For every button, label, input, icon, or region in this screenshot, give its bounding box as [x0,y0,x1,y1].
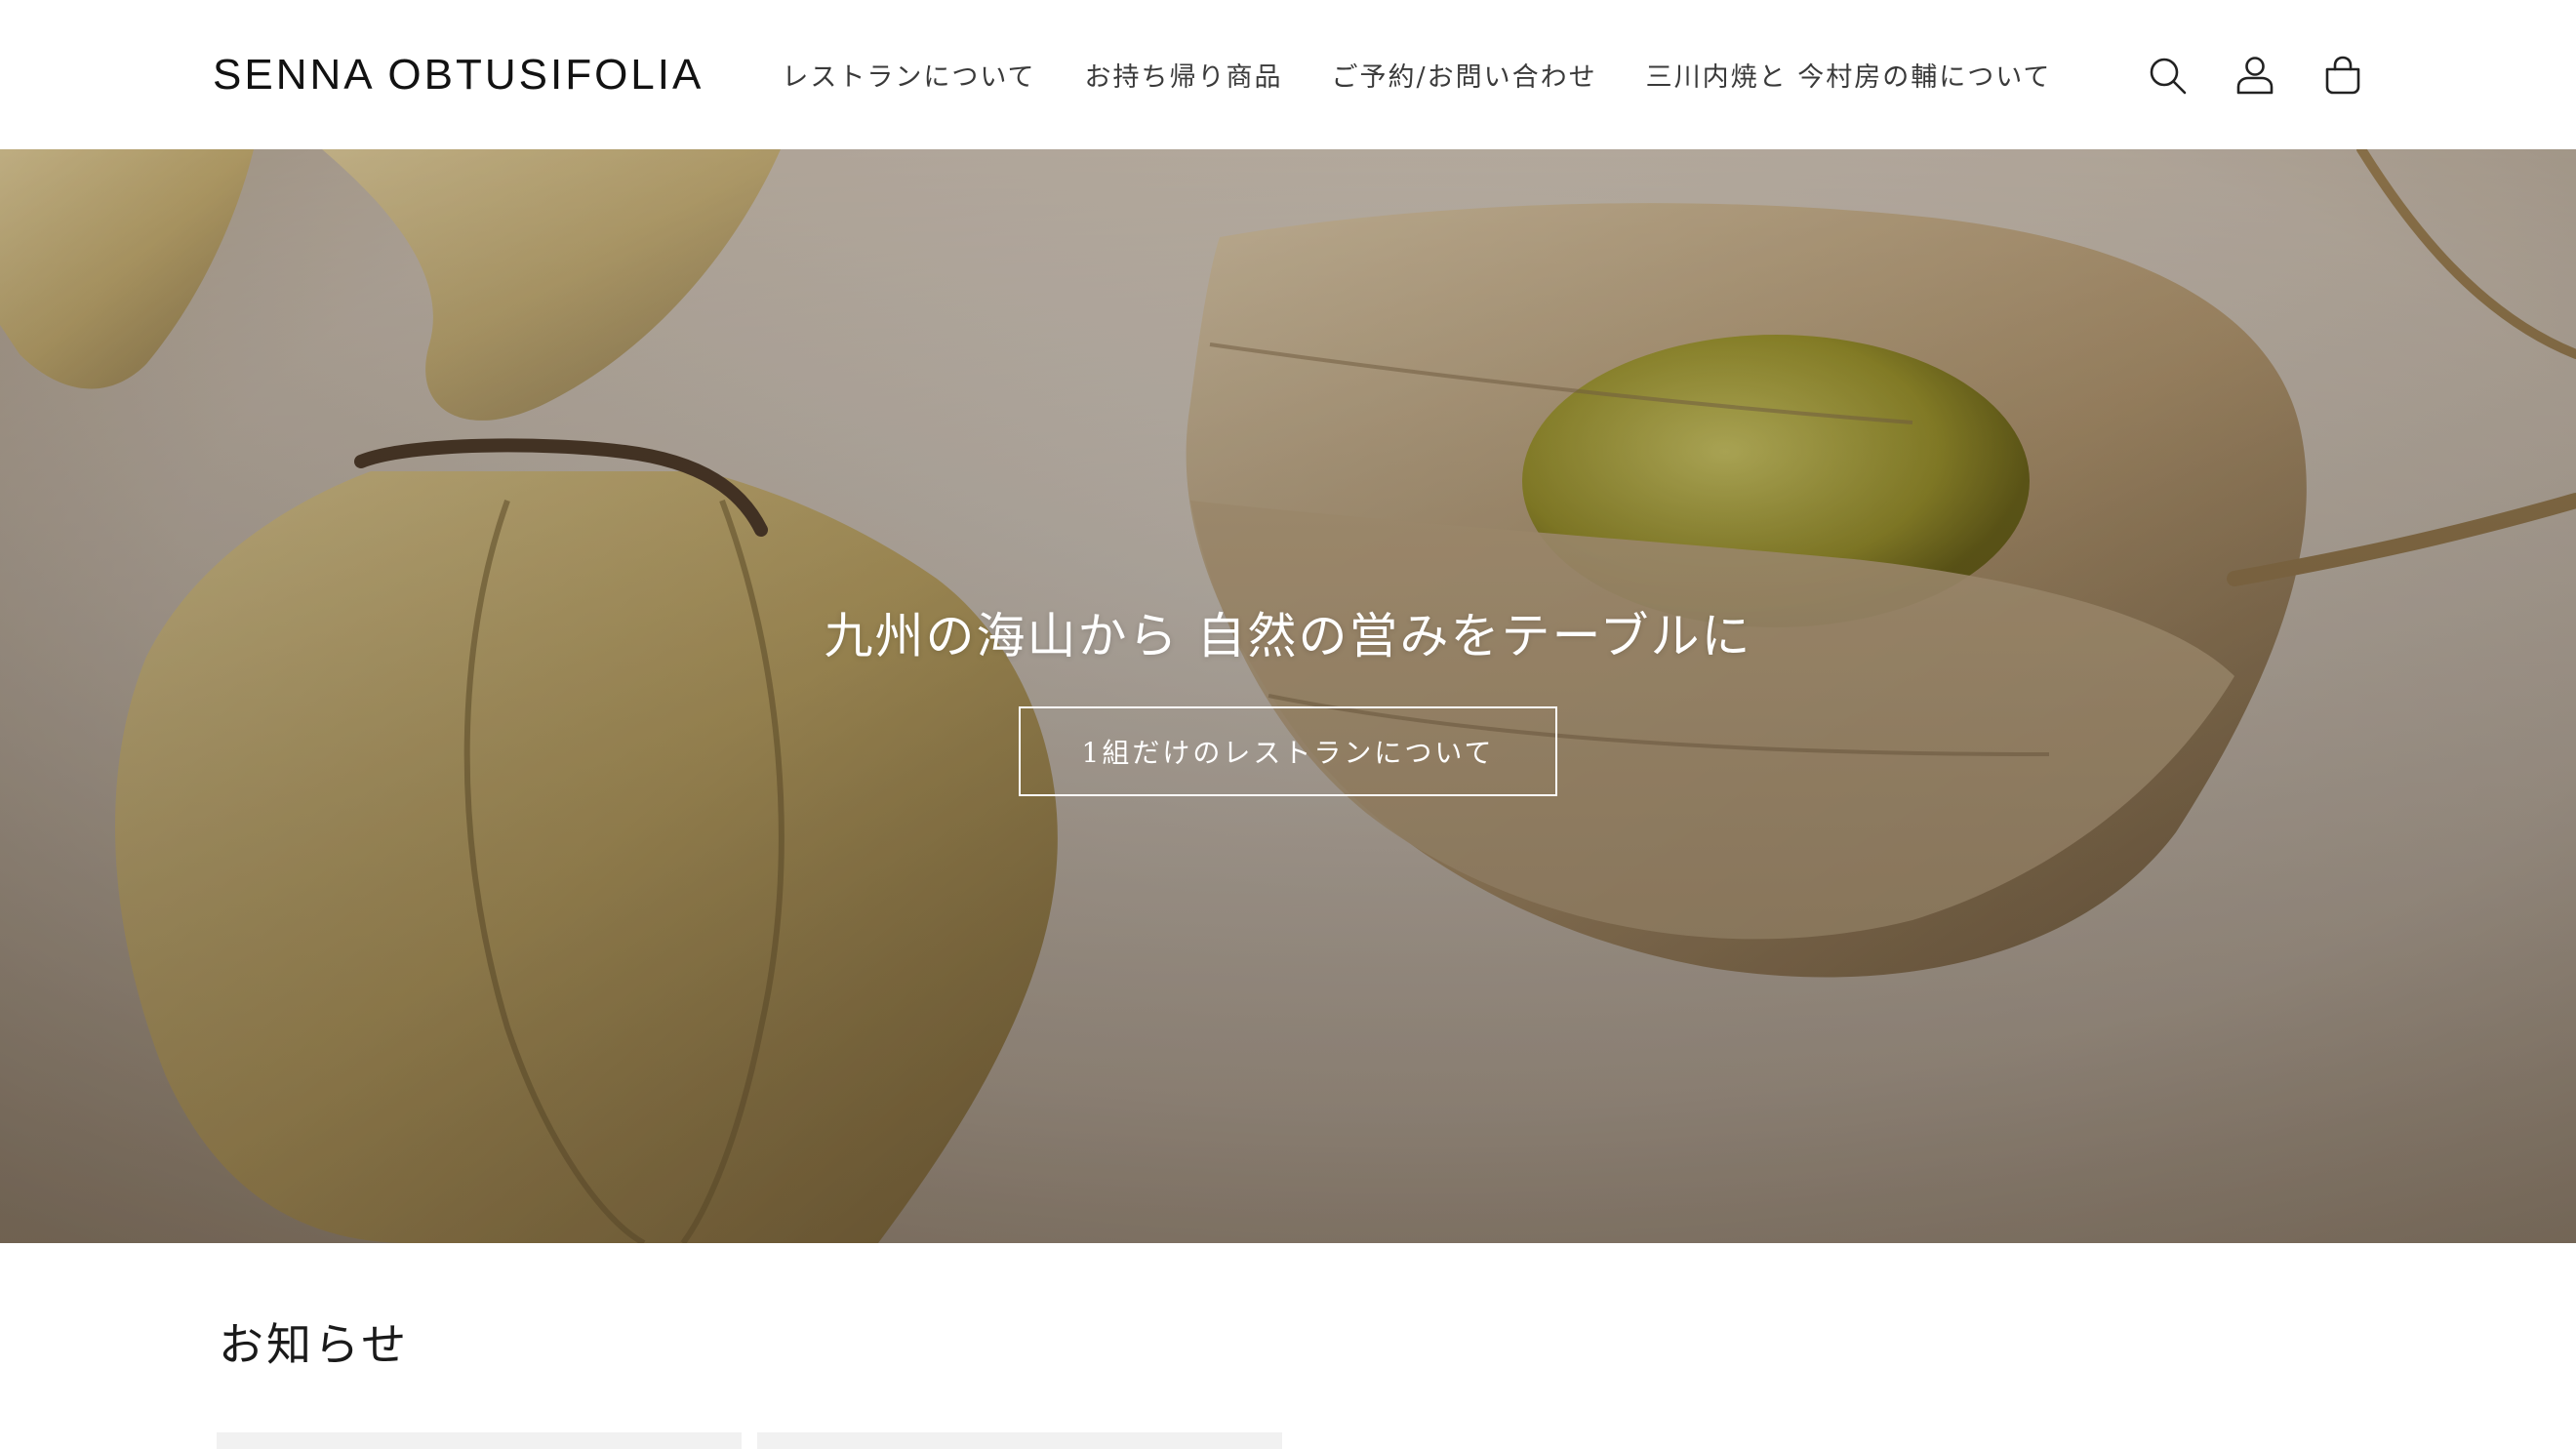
hero-banner: 九州の海山から 自然の営みをテーブルに 1組だけのレストランについて [0,149,2576,1243]
site-logo[interactable]: SENNA OBTUSIFOLIA [213,51,704,100]
hero-heading: 九州の海山から 自然の営みをテーブルに [824,607,1752,664]
header-icons [2147,55,2363,96]
site-header: SENNA OBTUSIFOLIA レストランについて お持ち帰り商品 ご予約/… [0,0,2576,149]
hero-cta-button[interactable]: 1組だけのレストランについて [1019,705,1557,796]
news-card[interactable] [217,1432,742,1449]
news-section: お知らせ [213,1243,2363,1449]
nav-item-takeout[interactable]: お持ち帰り商品 [1085,56,1283,94]
nav-item-mikawachi[interactable]: 三川内焼と 今村房の輔について [1646,56,2052,94]
search-icon[interactable] [2147,55,2188,96]
main-nav: レストランについて お持ち帰り商品 ご予約/お問い合わせ 三川内焼と 今村房の輔… [782,56,2147,94]
nav-item-restaurant[interactable]: レストランについて [782,56,1035,94]
news-card[interactable] [757,1432,1282,1449]
nav-item-reservation[interactable]: ご予約/お問い合わせ [1332,56,1597,94]
news-title: お知らせ [219,1318,410,1371]
hero-content: 九州の海山から 自然の営みをテーブルに 1組だけのレストランについて [0,149,2576,1243]
account-icon[interactable] [2234,55,2275,96]
cart-icon[interactable] [2322,55,2363,96]
